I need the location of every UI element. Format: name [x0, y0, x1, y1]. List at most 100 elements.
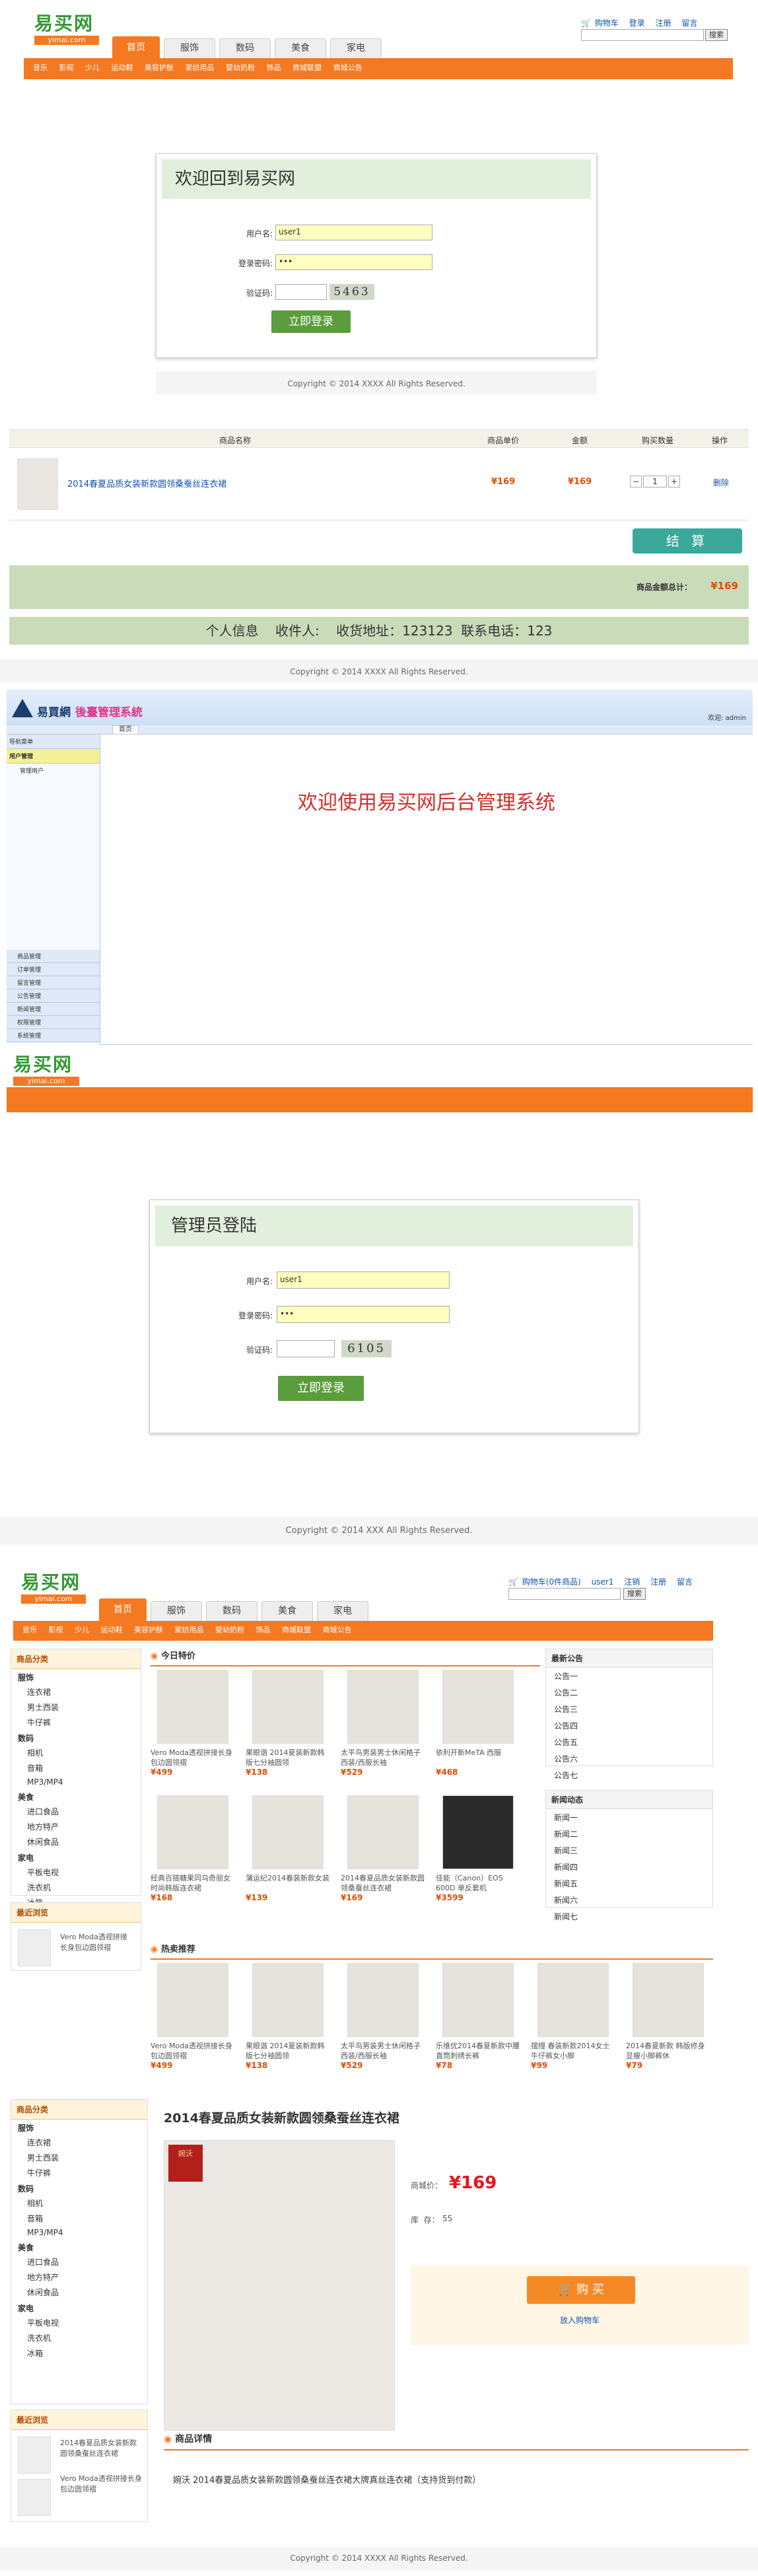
tab-appliance[interactable]: 家电 [330, 38, 382, 58]
home-tab-digital[interactable]: 数码 [206, 1601, 258, 1621]
sub-category[interactable]: 牛仔裤 [11, 1715, 141, 1730]
side-menu-goods[interactable]: 商品管理 [7, 950, 100, 963]
product-name[interactable]: 佳能（Canon）EOS 600D 单反套机 [436, 1873, 520, 1893]
register-link[interactable]: 注册 [655, 18, 671, 28]
notice-item[interactable]: 公告七 [546, 1767, 712, 1783]
nav-item[interactable]: 商城联盟 [282, 1621, 311, 1639]
sub-category[interactable]: 音箱 [11, 1760, 141, 1775]
deal-item[interactable]: 果眼谐 2014夏装新款韩版七分袖圆领 ¥138 [246, 1670, 330, 1777]
news-item[interactable]: 新闻七 [546, 1908, 712, 1925]
product-image[interactable] [442, 1670, 514, 1744]
login-button[interactable]: 立即登录 [271, 310, 351, 333]
category-digital[interactable]: 数码 [11, 2180, 147, 2196]
admin-tab-home[interactable]: 首页 [112, 725, 139, 734]
product-name[interactable]: 2014春夏品质女装新款圆领桑蚕丝连衣裙 [341, 1873, 425, 1893]
sub-category[interactable]: MP3/MP4 [11, 1775, 141, 1789]
product-name[interactable]: 太平鸟男装男士休闲格子西装/西服长袖 [341, 2041, 425, 2061]
admin-password-input[interactable]: ••• [277, 1306, 450, 1323]
product-image[interactable] [633, 1963, 704, 2037]
hot-item[interactable]: 2014春夏新款 韩版修身显瘦小脚裤休 ¥79 [626, 1963, 710, 2070]
product-image[interactable] [157, 1795, 228, 1869]
nav-item[interactable]: 商城联盟 [293, 58, 322, 78]
product-name[interactable]: 摆缦 春装新款2014女士牛仔裤女小脚 [531, 2041, 615, 2061]
tab-food[interactable]: 美食 [275, 38, 326, 58]
home-cart-link[interactable]: 购物车(0件商品) [522, 1577, 581, 1587]
side-menu-news[interactable]: 新闻管理 [7, 1003, 100, 1016]
sub-category[interactable]: 连衣裙 [11, 2135, 147, 2150]
category-clothing[interactable]: 服饰 [11, 2120, 147, 2135]
admin-captcha-image[interactable]: 6105 [341, 1340, 392, 1357]
sub-category[interactable]: 地方特产 [11, 1819, 141, 1834]
tab-digital[interactable]: 数码 [219, 38, 271, 58]
side-menu-system[interactable]: 系统管理 [7, 1029, 100, 1042]
home-tab-appliance[interactable]: 家电 [317, 1601, 368, 1621]
nav-item[interactable]: 运动鞋 [112, 58, 133, 78]
cart-item-name[interactable]: 2014春夏品质女装新款圆领桑蚕丝连衣裙 [67, 477, 226, 489]
qty-minus-button[interactable]: − [630, 476, 642, 487]
home-logo[interactable]: 易买网 [21, 1573, 81, 1592]
login-link[interactable]: 登录 [629, 18, 645, 28]
nav-item[interactable]: 美容护肤 [134, 1621, 163, 1639]
nav-item[interactable]: 家纺用品 [186, 58, 215, 78]
sub-category[interactable]: 洗衣机 [11, 1880, 141, 1895]
username-input[interactable]: user1 [275, 225, 432, 240]
product-name[interactable]: 2014春夏新款 韩版修身显瘦小脚裤休 [626, 2041, 710, 2061]
sub-category[interactable]: 休闲食品 [11, 2285, 147, 2300]
admin-username-input[interactable]: user1 [277, 1271, 450, 1289]
product-image[interactable] [347, 1795, 419, 1869]
product-name[interactable]: 蒲运纪2014春装新款女装 [246, 1873, 330, 1893]
sub-category[interactable]: 相机 [11, 2196, 147, 2211]
product-image[interactable] [347, 1670, 419, 1744]
news-item[interactable]: 新闻五 [546, 1875, 712, 1892]
deal-item[interactable]: 太平鸟男装男士休闲格子西装/西服长袖 ¥529 [341, 1670, 425, 1777]
recent-item[interactable]: Vero Moda透视拼接长身包边圆领褶 [60, 2474, 142, 2495]
buy-button[interactable]: 🛒 购 买 [527, 2276, 635, 2304]
nav-item[interactable]: 商城公告 [333, 58, 362, 78]
sub-category[interactable]: 连衣裙 [11, 1684, 141, 1699]
delete-link[interactable]: 删除 [713, 477, 729, 488]
product-image[interactable] [442, 1963, 514, 2037]
sub-category[interactable]: 冰箱 [11, 2345, 147, 2361]
home-tab-home[interactable]: 首页 [99, 1598, 147, 1621]
product-image[interactable] [252, 1963, 324, 2037]
hot-item[interactable]: 乐维优2014春夏新款中腰直筒刺绣长裤 ¥78 [436, 1963, 520, 2070]
sub-category[interactable]: 洗衣机 [11, 2330, 147, 2345]
notice-item[interactable]: 公告三 [546, 1701, 712, 1717]
recent-item[interactable]: Vero Moda透视拼接长身包边圆领褶 [60, 1932, 133, 1953]
notice-item[interactable]: 公告五 [546, 1734, 712, 1750]
cart-link[interactable]: 购物车 [595, 18, 619, 28]
nav-item[interactable]: 少儿 [85, 58, 100, 78]
checkout-button[interactable]: 结 算 [633, 528, 742, 554]
sub-category[interactable]: 平板电视 [11, 1865, 141, 1880]
home-search-input[interactable] [508, 1588, 621, 1600]
sub-category[interactable]: 平板电视 [11, 2315, 147, 2330]
product-name[interactable]: 依利开新MeTA 西服 [436, 1748, 520, 1768]
home-register-link[interactable]: 注册 [650, 1577, 666, 1587]
tab-clothing[interactable]: 服饰 [164, 38, 215, 58]
side-menu-notices[interactable]: 公告管理 [7, 989, 100, 1003]
category-appliance[interactable]: 家电 [11, 1849, 141, 1865]
sub-category[interactable]: MP3/MP4 [11, 2226, 147, 2239]
category-food[interactable]: 美食 [11, 2239, 147, 2254]
nav-item[interactable]: 美容护肤 [145, 58, 174, 78]
home-user-link[interactable]: user1 [592, 1577, 614, 1587]
product-name[interactable]: 太平鸟男装男士休闲格子西装/西服长袖 [341, 1748, 425, 1768]
deal-item[interactable]: 依利开新MeTA 西服 ¥468 [436, 1670, 520, 1777]
nav-item[interactable]: 影视 [59, 58, 74, 78]
sub-category[interactable]: 进口食品 [11, 2254, 147, 2270]
recent-item[interactable]: 2014春夏品质女装新款圆领桑蚕丝连衣裙 [60, 2438, 142, 2459]
logo[interactable]: 易买网 [34, 15, 94, 33]
nav-item[interactable]: 家纺用品 [175, 1621, 204, 1639]
sub-category[interactable]: 音箱 [11, 2211, 147, 2226]
product-image[interactable] [252, 1670, 324, 1744]
sub-category[interactable]: 休闲食品 [11, 1834, 141, 1849]
hot-item[interactable]: 太平鸟男装男士休闲格子西装/西服长袖 ¥529 [341, 1963, 425, 2070]
hot-item[interactable]: 果眼谐 2014夏装新款韩版七分袖圆领 ¥138 [246, 1963, 330, 2070]
nav-item[interactable]: 婴幼奶粉 [226, 58, 255, 78]
home-message-link[interactable]: 留言 [677, 1577, 693, 1587]
sub-category[interactable]: 男士西装 [11, 1699, 141, 1715]
add-to-cart-link[interactable]: 放入购物车 [560, 2314, 600, 2326]
home-search-button[interactable]: 搜索 [623, 1588, 646, 1600]
category-appliance[interactable]: 家电 [11, 2300, 147, 2315]
notice-item[interactable]: 公告一 [546, 1668, 712, 1684]
